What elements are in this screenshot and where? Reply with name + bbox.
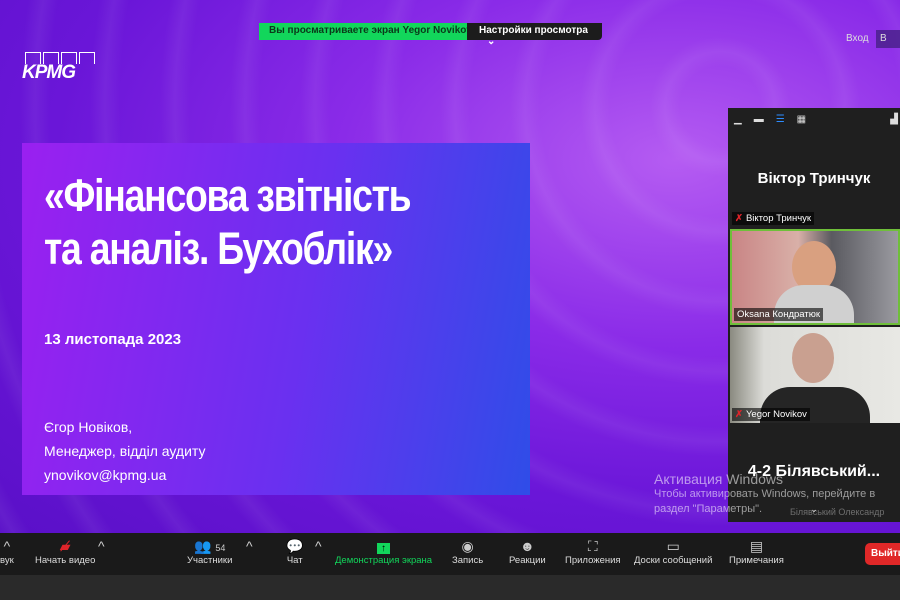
slide-title: «Фінансова звітність та аналіз. Бухоблік»	[44, 170, 412, 274]
participant-tag: ✗ Віктор Тринчук	[732, 212, 815, 225]
whiteboard-icon: ▭	[666, 538, 680, 554]
apps-icon: ⛶	[587, 538, 598, 554]
chevron-down-icon: ⌄	[487, 36, 496, 47]
author-info: Єгор Новіков, Менеджер, відділ аудиту ynov…	[44, 419, 206, 483]
reactions-icon: ☻	[519, 538, 535, 554]
video-panel: ▁ ▬ ☰ ▦ ▟ Віктор Тринчук ✗ Віктор Тринчук…	[728, 108, 900, 522]
kpmg-logo: KPMG	[22, 52, 95, 84]
title-card: «Фінансова звітність та аналіз. Бухоблік»…	[22, 143, 530, 495]
video-tile[interactable]: Oksana Кондратюк	[730, 229, 900, 325]
start-video-button[interactable]: ▰̸ Начать видео	[35, 537, 95, 566]
reactions-button[interactable]: ☻ Реакции	[509, 537, 546, 566]
notes-icon: ▤	[749, 538, 764, 554]
notes-button[interactable]: ▤ Примечания	[729, 537, 784, 566]
windows-activation-watermark: Активация Windows Чтобы активировать Wind…	[654, 471, 876, 516]
gallery-view-icon[interactable]: ▦	[797, 114, 806, 125]
share-arrow-icon: ↑	[377, 543, 391, 554]
thumbnail-view-icon[interactable]: ▬	[754, 114, 764, 125]
participants-options-caret[interactable]: ^	[246, 537, 253, 555]
audio-button[interactable]: ^ вук	[0, 537, 14, 566]
bottom-strip	[0, 575, 900, 600]
meeting-toolbar: ^ вук ▰̸ Начать видео ^ 👥 54 Участники ^ 💬 Ч…	[0, 533, 900, 575]
chat-options-caret[interactable]: ^	[315, 537, 322, 555]
muted-mic-icon: ✗	[735, 213, 743, 224]
participant-tag: ✗ Yegor Novikov	[732, 408, 810, 421]
speaker-view-icon[interactable]: ☰	[776, 114, 785, 125]
view-button[interactable]: В	[876, 30, 900, 48]
record-icon: ◉	[461, 538, 474, 554]
view-options-button[interactable]: Настройки просмотра ⌄	[467, 23, 602, 47]
view-options-label: Настройки просмотра	[479, 25, 588, 36]
whiteboards-button[interactable]: ▭ Доски сообщений	[634, 537, 712, 566]
minimize-icon[interactable]: ▁	[734, 114, 742, 125]
video-options-caret[interactable]: ^	[98, 537, 105, 555]
participants-icon: 👥	[194, 538, 212, 554]
slide-date: 13 листопада 2023	[44, 331, 182, 348]
video-off-icon: ▰̸	[59, 538, 71, 554]
video-tile[interactable]: ✗ Yegor Novikov	[730, 327, 900, 423]
login-link[interactable]: Вход	[846, 33, 869, 44]
viewing-screen-banner: Вы просматриваете экран Yegor Novikov	[259, 23, 482, 40]
chat-icon: 💬	[286, 538, 304, 554]
muted-mic-icon: ✗	[735, 409, 743, 420]
share-screen-button[interactable]: ↑ Демонстрация экрана	[335, 537, 432, 566]
participant-tag: Oksana Кондратюк	[734, 308, 823, 321]
active-speaker-name: Віктор Тринчук	[757, 170, 871, 187]
participants-button[interactable]: 👥 54 Участники	[187, 537, 232, 566]
panel-toolbar: ▁ ▬ ☰ ▦ ▟	[728, 108, 900, 130]
chat-button[interactable]: 💬 Чат	[286, 537, 303, 566]
exit-panel-icon[interactable]: ▟	[890, 114, 898, 125]
apps-button[interactable]: ⛶ Приложения	[565, 537, 621, 566]
leave-button[interactable]: Выйти	[865, 543, 900, 565]
record-button[interactable]: ◉ Запись	[452, 537, 483, 566]
